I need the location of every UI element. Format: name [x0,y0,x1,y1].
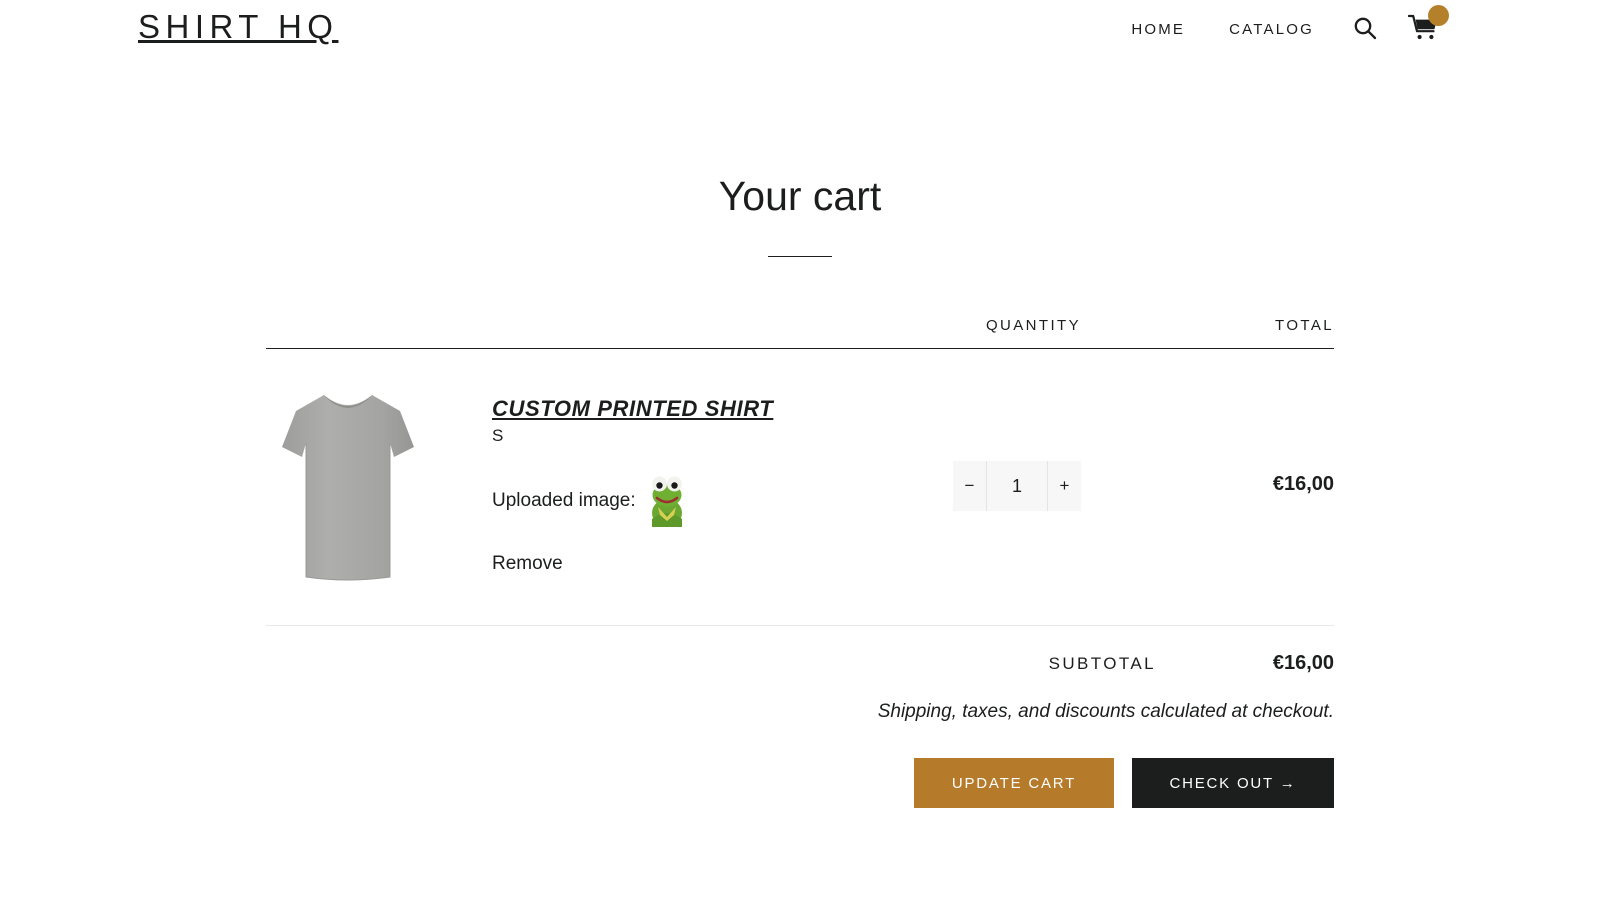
title-divider [768,256,832,257]
nav-link-home[interactable]: HOME [1131,19,1185,41]
cart-button[interactable] [1407,5,1449,45]
quantity-cell: − + [914,383,1114,511]
cart-table-header: QUANTITY TOTAL [266,317,1334,349]
remove-item-link[interactable]: Remove [492,551,563,577]
kermit-frog-thumbnail-icon[interactable] [644,467,690,535]
page-title: Your cart [718,173,882,219]
page-title-block: Your cart [0,168,1600,257]
line-item-total: €16,00 [1272,473,1334,495]
product-variant: S [492,426,504,445]
checkout-button[interactable]: CHECK OUT → [1132,758,1334,808]
quantity-decrease-button[interactable]: − [953,461,987,511]
site-header: SHIRT HQ HOME CATALOG [0,0,1600,56]
cart-count-badge [1428,5,1449,26]
product-cell: CUSTOM PRINTED SHIRT S Uploaded image: R… [266,383,914,593]
product-thumbnail-link[interactable] [266,383,430,593]
product-info: CUSTOM PRINTED SHIRT S Uploaded image: R… [492,383,773,577]
uploaded-image-row: Uploaded image: [492,467,773,535]
subtotal-label: SUBTOTAL [1048,654,1156,673]
cart-line-item: CUSTOM PRINTED SHIRT S Uploaded image: R… [266,349,1334,626]
uploaded-image-label: Uploaded image: [492,490,636,511]
quantity-input[interactable] [987,461,1047,511]
main-navigation: HOME CATALOG [1131,5,1449,45]
nav-link-catalog[interactable]: CATALOG [1229,19,1314,41]
quantity-increase-button[interactable]: + [1047,461,1081,511]
cart-footer: SUBTOTAL €16,00 Shipping, taxes, and dis… [266,626,1334,808]
header-quantity: QUANTITY [985,317,1081,334]
cart-action-buttons: UPDATE CART CHECK OUT → [266,758,1334,808]
search-button[interactable] [1352,15,1378,44]
update-cart-button[interactable]: UPDATE CART [914,758,1114,808]
gray-tshirt-photo-icon [266,381,430,596]
site-logo[interactable]: SHIRT HQ [138,5,338,49]
subtotal-value: €16,00 [1272,652,1334,674]
cart-container: QUANTITY TOTAL CUSTOM PRINTED SHIRT S Up… [266,317,1334,808]
product-title-link[interactable]: CUSTOM PRINTED SHIRT [492,396,773,421]
header-total: TOTAL [1275,317,1334,334]
tax-shipping-note: Shipping, taxes, and discounts calculate… [877,701,1334,722]
subtotal-row: SUBTOTAL €16,00 [266,652,1334,675]
quantity-stepper: − + [953,461,1081,511]
search-icon [1352,15,1378,44]
